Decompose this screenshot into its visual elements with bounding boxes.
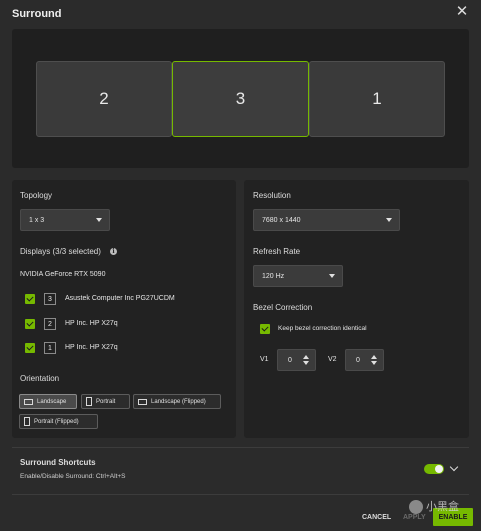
monitor-3-selected[interactable]: 3 <box>172 61 309 137</box>
chevron-down-icon <box>96 218 102 222</box>
decrement-icon[interactable] <box>371 361 377 365</box>
shortcuts-title: Surround Shortcuts <box>20 458 96 467</box>
v1-value: 0 <box>288 356 292 364</box>
monitor-number: 1 <box>372 89 382 108</box>
refresh-rate-label: Refresh Rate <box>253 247 301 256</box>
decrement-icon[interactable] <box>303 361 309 365</box>
gpu-name: NVIDIA GeForce RTX 5090 <box>20 271 106 278</box>
orientation-option-label: Portrait <box>96 398 116 405</box>
monitor-number: 2 <box>99 89 109 108</box>
bezel-identical-label: Keep bezel correction identical <box>278 325 367 332</box>
topology-dropdown[interactable]: 1 x 3 <box>20 209 110 231</box>
topology-label: Topology <box>20 191 53 200</box>
portrait-flipped-icon <box>24 417 30 426</box>
bezel-identical-checkbox[interactable] <box>260 324 270 334</box>
display-number-badge: 2 <box>44 318 56 330</box>
portrait-icon <box>86 397 92 406</box>
close-icon[interactable]: ✕ <box>455 4 469 19</box>
section-divider <box>12 447 469 448</box>
v2-value: 0 <box>356 356 360 364</box>
topology-value: 1 x 3 <box>29 216 45 224</box>
resolution-value: 7680 x 1440 <box>262 216 301 224</box>
increment-icon[interactable] <box>303 355 309 359</box>
resolution-label: Resolution <box>253 191 291 200</box>
monitor-number: 3 <box>235 89 246 108</box>
resolution-dropdown[interactable]: 7680 x 1440 <box>253 209 400 231</box>
orientation-option-label: Landscape <box>37 398 67 405</box>
display-checkbox-1[interactable] <box>25 343 35 353</box>
orientation-option-label: Landscape (Flipped) <box>151 398 206 405</box>
apply-button[interactable]: APPLY <box>403 514 426 521</box>
dialog-title: Surround <box>12 8 62 20</box>
monitor-2[interactable]: 2 <box>36 61 172 137</box>
orientation-label: Orientation <box>20 374 60 383</box>
watermark-logo-icon <box>409 500 423 515</box>
displays-label: Displays (3/3 selected) <box>20 247 101 256</box>
landscape-flipped-icon <box>138 398 147 405</box>
v1-label: V1 <box>260 356 269 363</box>
refresh-rate-dropdown[interactable]: 120 Hz <box>253 265 343 287</box>
chevron-down-icon <box>386 218 392 222</box>
info-icon[interactable]: i <box>110 248 117 255</box>
v1-spinner[interactable]: 0 <box>277 349 316 371</box>
display-number-badge: 3 <box>44 293 56 305</box>
orientation-option-label: Portrait (Flipped) <box>34 418 79 425</box>
chevron-down-icon <box>329 274 335 278</box>
enable-button[interactable]: ENABLE <box>433 508 473 526</box>
bezel-correction-label: Bezel Correction <box>253 303 313 312</box>
display-name: HP Inc. HP X27q <box>65 344 118 351</box>
display-name: HP Inc. HP X27q <box>65 320 118 327</box>
increment-icon[interactable] <box>371 355 377 359</box>
display-number-badge: 1 <box>44 342 56 354</box>
refresh-rate-value: 120 Hz <box>262 272 285 280</box>
section-divider <box>12 494 469 495</box>
v2-spinner[interactable]: 0 <box>345 349 384 371</box>
shortcuts-toggle[interactable] <box>424 464 444 474</box>
cancel-button[interactable]: CANCEL <box>362 514 391 521</box>
chevron-down-icon[interactable] <box>449 462 459 472</box>
display-checkbox-2[interactable] <box>25 319 35 329</box>
display-name: Asustek Computer Inc PG27UCDM <box>65 295 175 302</box>
v2-label: V2 <box>328 356 337 363</box>
monitor-1[interactable]: 1 <box>309 61 445 137</box>
orientation-portrait-button[interactable]: Portrait <box>81 394 130 409</box>
display-checkbox-3[interactable] <box>25 294 35 304</box>
orientation-landscape-button[interactable]: Landscape <box>19 394 77 409</box>
shortcuts-description: Enable/Disable Surround: Ctrl+Alt+S <box>20 473 126 480</box>
orientation-landscape-flipped-button[interactable]: Landscape (Flipped) <box>133 394 221 409</box>
landscape-icon <box>24 398 33 405</box>
orientation-portrait-flipped-button[interactable]: Portrait (Flipped) <box>19 414 98 429</box>
